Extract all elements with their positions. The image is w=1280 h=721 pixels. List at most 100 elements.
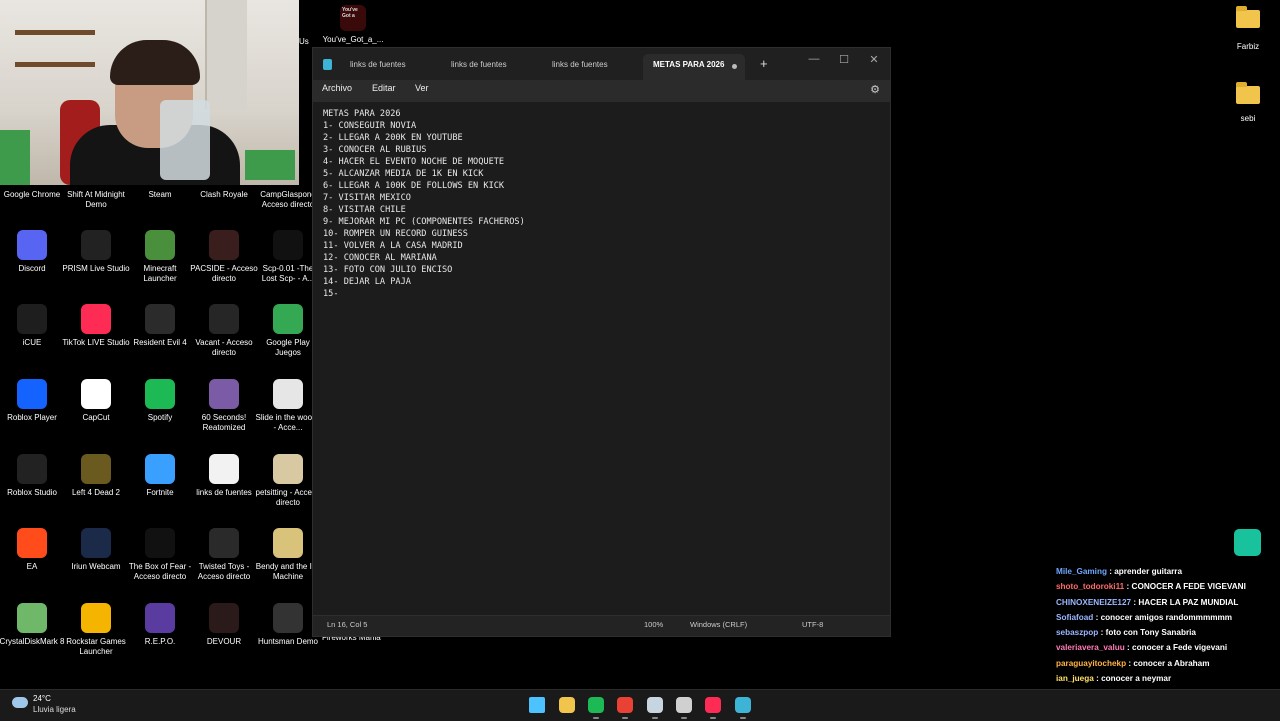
settings-gear-icon[interactable]: ⚙ xyxy=(870,83,880,96)
menu-ver[interactable]: Ver xyxy=(415,83,429,93)
tab-label: METAS PARA 2026 xyxy=(653,60,725,69)
spotify-icon[interactable] xyxy=(588,697,604,713)
weather-temp[interactable]: 24°C xyxy=(33,694,51,703)
spotify-icon xyxy=(145,379,175,409)
desktop-icon[interactable]: R.E.P.O. xyxy=(126,603,194,647)
desktop-icon[interactable]: Steam xyxy=(126,186,194,200)
obs-icon[interactable] xyxy=(676,697,692,713)
start-icon[interactable] xyxy=(529,697,545,713)
status-bar: Ln 16, Col 5 100% Windows (CRLF) UTF-8 xyxy=(313,615,890,636)
file-explorer-icon[interactable] xyxy=(559,697,575,713)
text-editor[interactable]: METAS PARA 2026 1- CONSEGUIR NOVIA 2- LLE… xyxy=(313,102,890,616)
tab-bar: links de fuentes links de fuentes links … xyxy=(313,48,890,80)
desktop-icon[interactable]: Shift At Midnight Demo xyxy=(62,186,130,210)
desktop-icon[interactable]: iCUE xyxy=(0,304,66,348)
chat-message: ian_juega : conocer a neymar xyxy=(1056,671,1280,686)
running-indicator xyxy=(710,717,716,719)
document-line: 11- VOLVER A LA CASA MADRID xyxy=(323,241,463,251)
desktop-icon[interactable]: Iriun Webcam xyxy=(62,528,130,572)
maximize-button[interactable]: ☐ xyxy=(829,53,859,66)
desktop-icon-label: TikTok LIVE Studio xyxy=(62,338,130,347)
desktop-icon-label: Spotify xyxy=(147,413,173,422)
desktop-icon[interactable]: Minecraft Launcher xyxy=(126,230,194,284)
chat-username: paraguayitochekp xyxy=(1056,658,1127,668)
weather-cloud-icon[interactable] xyxy=(12,697,28,708)
desktop-icon-youve-got-a[interactable]: You've Got a You've_Got_a_... xyxy=(319,5,387,45)
desktop-icon[interactable]: Clash Royale xyxy=(190,186,258,200)
minimize-button[interactable]: — xyxy=(799,53,829,65)
desktop-icon[interactable]: TikTok LIVE Studio xyxy=(62,304,130,348)
line-ending[interactable]: Windows (CRLF) xyxy=(690,620,747,629)
desktop-icon[interactable]: DEVOUR xyxy=(190,603,258,647)
desktop-icon[interactable]: PRISM Live Studio xyxy=(62,230,130,274)
app-shortcut-icon[interactable] xyxy=(1234,529,1261,556)
tab-links-de-fuentes-3[interactable]: links de fuentes xyxy=(542,54,642,80)
video-file-icon: You've Got a xyxy=(340,5,366,31)
desktop-icon-label: Huntsman Demo xyxy=(257,637,319,646)
game-icon xyxy=(209,603,239,633)
prism-icon xyxy=(81,230,111,260)
document-line: 7- VISITAR MEXICO xyxy=(323,193,411,203)
desktop-folder-sebi[interactable]: sebi xyxy=(1214,82,1280,124)
desktop-icon[interactable]: links de fuentes xyxy=(190,454,258,498)
minecraft-icon xyxy=(145,230,175,260)
weather-desc[interactable]: Lluvia ligera xyxy=(33,705,76,714)
desktop-icon[interactable]: Left 4 Dead 2 xyxy=(62,454,130,498)
game-icon xyxy=(209,230,239,260)
desktop-icon[interactable]: Rockstar Games Launcher xyxy=(62,603,130,657)
desktop-icon[interactable]: CapCut xyxy=(62,379,130,423)
desktop-icon[interactable]: Fortnite xyxy=(126,454,194,498)
chat-message: shoto_todoroki11 : CONOCER A FEDE VIGEVA… xyxy=(1056,579,1280,594)
desktop-icon[interactable]: The Box of Fear - Acceso directo xyxy=(126,528,194,582)
close-button[interactable]: ✕ xyxy=(859,53,889,66)
notepad-icon xyxy=(323,59,332,70)
notepad-window: links de fuentes links de fuentes links … xyxy=(312,47,891,637)
discord-icon xyxy=(17,230,47,260)
game-icon xyxy=(145,304,175,334)
desktop-icon[interactable]: CrystalDiskMark 8 xyxy=(0,603,66,647)
desktop-folder-farbiz[interactable]: Farbiz xyxy=(1214,6,1280,52)
desktop-icon-label: Fortnite xyxy=(146,488,174,497)
chat-username: Sofiafoad xyxy=(1056,612,1094,622)
desktop-icon-label: Twisted Toys - Acceso directo xyxy=(197,562,251,581)
desktop-icon[interactable]: 60 Seconds! Reatomized xyxy=(190,379,258,433)
desktop-icon[interactable]: PACSIDE - Acceso directo xyxy=(190,230,258,284)
document-line: 9- MEJORAR MI PC (COMPONENTES FACHEROS) xyxy=(323,217,525,227)
document-line: 3- CONOCER AL RUBIUS xyxy=(323,145,427,155)
desktop-icon[interactable]: EA xyxy=(0,528,66,572)
desktop-icon-label: Vacant - Acceso directo xyxy=(195,338,253,357)
document-line: 6- LLEGAR A 100K DE FOLLOWS EN KICK xyxy=(323,181,505,191)
document-line: 1- CONSEGUIR NOVIA xyxy=(323,121,417,131)
chrome-icon[interactable] xyxy=(617,697,633,713)
desktop-icon-label: iCUE xyxy=(22,338,42,347)
zoom-level[interactable]: 100% xyxy=(644,620,663,629)
new-tab-button[interactable]: + xyxy=(760,56,768,71)
desktop-icon[interactable]: Twisted Toys - Acceso directo xyxy=(190,528,258,582)
document-line: 8- VISITAR CHILE xyxy=(323,205,406,215)
desktop-icon-label: The Box of Fear - Acceso directo xyxy=(128,562,192,581)
desktop-icon-label: Roblox Studio xyxy=(7,488,57,497)
desktop-icon-label: Rockstar Games Launcher xyxy=(66,637,126,656)
tab-links-de-fuentes-2[interactable]: links de fuentes xyxy=(441,54,541,80)
steam-icon[interactable] xyxy=(647,697,663,713)
desktop-icon[interactable]: Roblox Player xyxy=(0,379,66,423)
tab-metas-para-2026[interactable]: METAS PARA 2026 xyxy=(643,54,745,80)
webcam-door xyxy=(205,0,247,110)
menu-editar[interactable]: Editar xyxy=(372,83,396,93)
desktop-icon[interactable]: Spotify xyxy=(126,379,194,423)
desktop-icon[interactable]: Roblox Studio xyxy=(0,454,66,498)
desktop-icon[interactable]: Discord xyxy=(0,230,66,274)
encoding[interactable]: UTF-8 xyxy=(802,620,823,629)
desktop-icon[interactable]: Resident Evil 4 xyxy=(126,304,194,348)
menu-archivo[interactable]: Archivo xyxy=(322,83,352,93)
desktop-icon-label: PACSIDE - Acceso directo xyxy=(190,264,258,283)
desktop-icon[interactable]: Google Chrome xyxy=(0,186,66,200)
notepad-icon[interactable] xyxy=(735,697,751,713)
desktop-icon[interactable]: Vacant - Acceso directo xyxy=(190,304,258,358)
chat-message: paraguayitochekp : conocer a Abraham xyxy=(1056,656,1280,671)
tab-links-de-fuentes-1[interactable]: links de fuentes xyxy=(340,54,440,80)
google-play-icon xyxy=(273,304,303,334)
tiktok-live-icon[interactable] xyxy=(705,697,721,713)
chat-text: : conocer amigos randommmmmm xyxy=(1095,612,1233,622)
running-indicator xyxy=(652,717,658,719)
